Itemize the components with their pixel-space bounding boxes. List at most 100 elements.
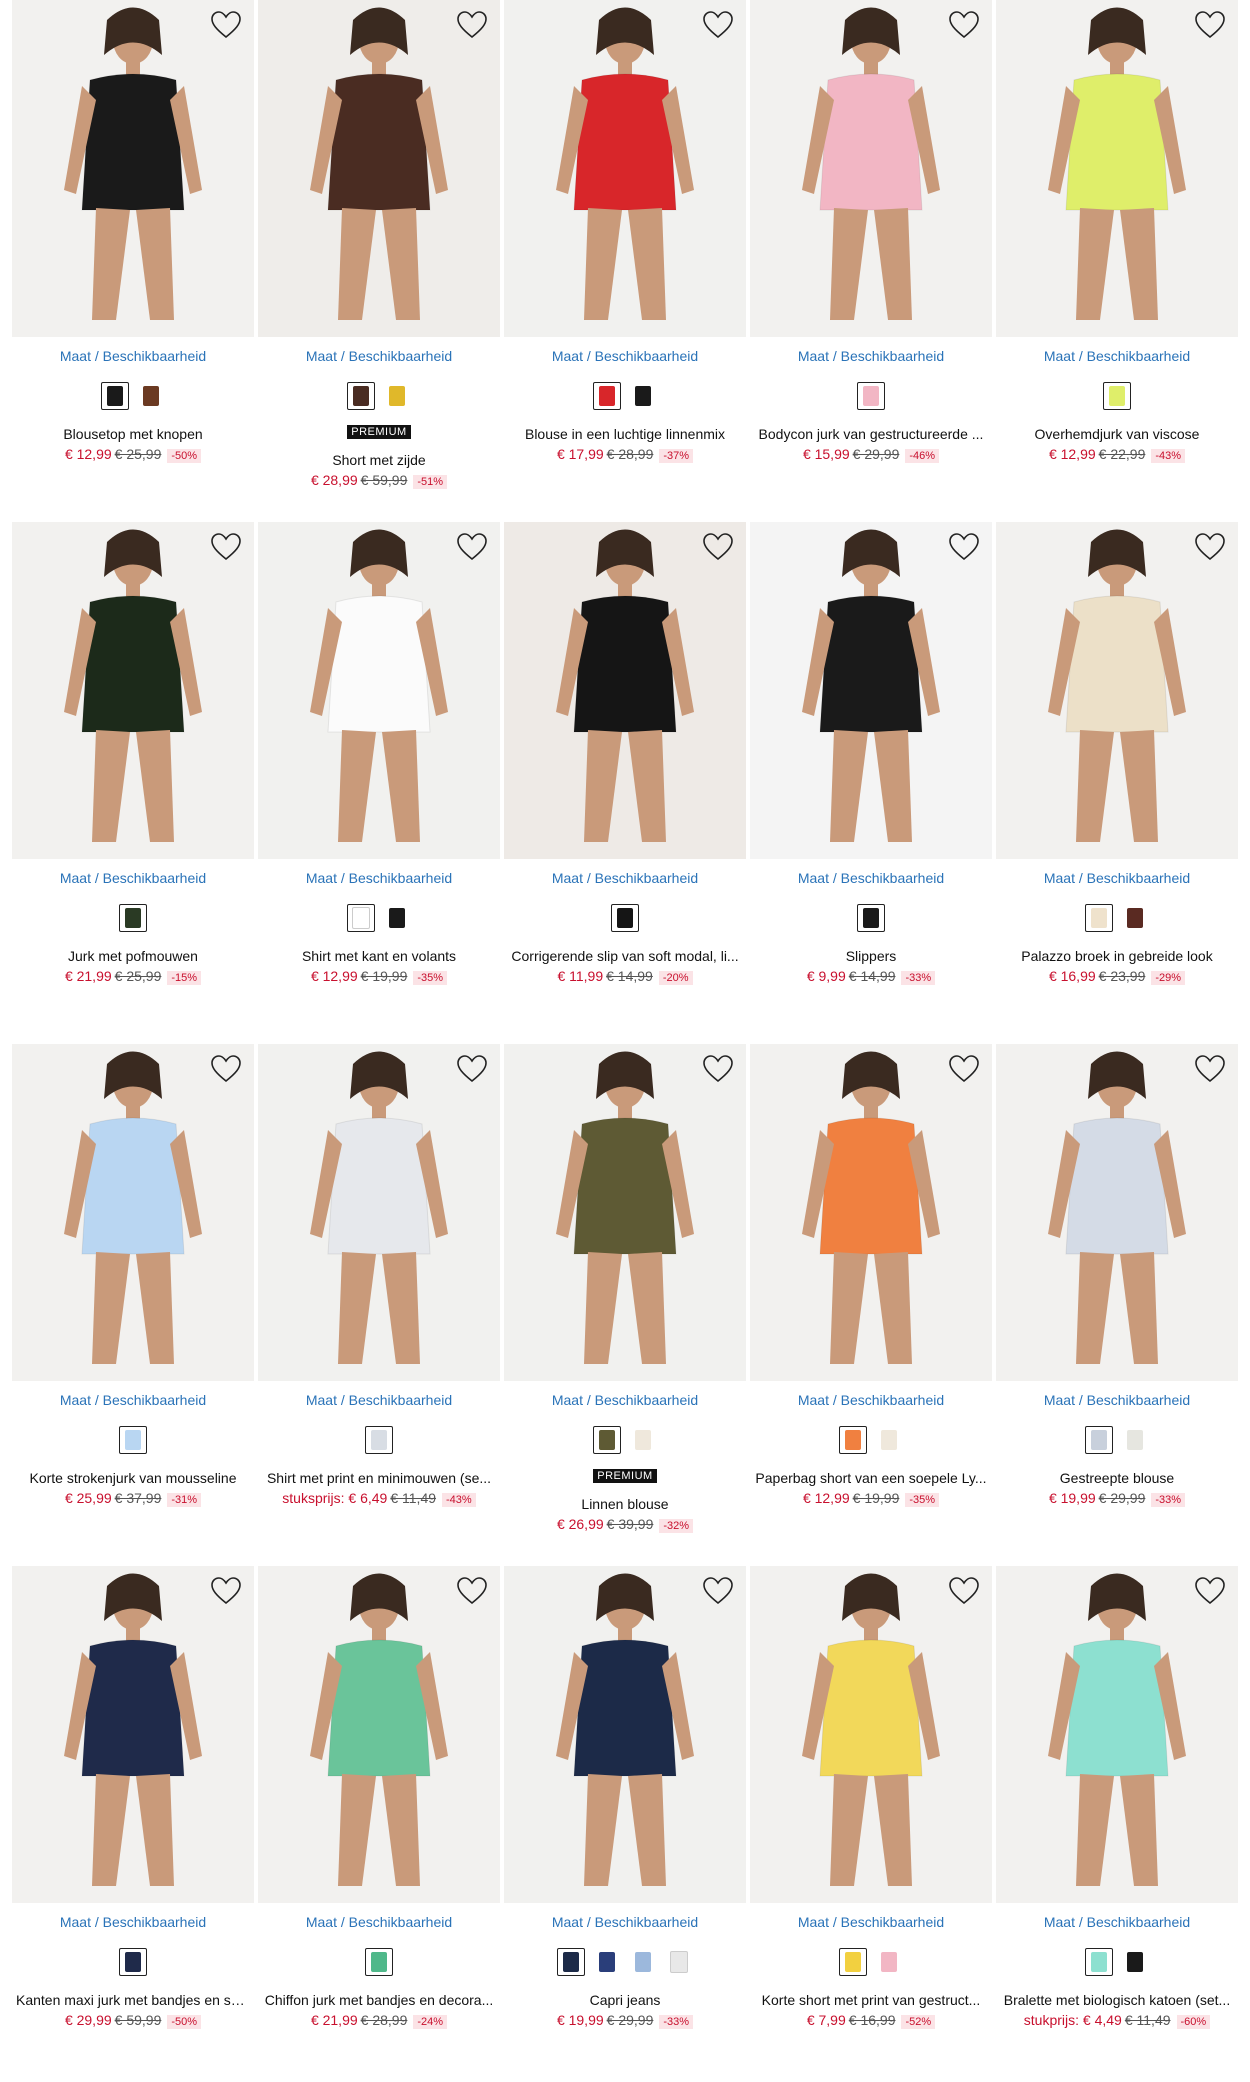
size-availability-link[interactable]: Maat / Beschikbaarheid bbox=[750, 1392, 992, 1408]
product-image[interactable] bbox=[996, 522, 1238, 859]
heart-icon[interactable] bbox=[948, 532, 980, 562]
product-card[interactable]: Maat / Beschikbaarheid PREMIUM Short met z… bbox=[258, 0, 500, 500]
color-swatch[interactable] bbox=[365, 1426, 393, 1454]
color-swatch[interactable] bbox=[347, 904, 375, 932]
size-availability-link[interactable]: Maat / Beschikbaarheid bbox=[258, 1914, 500, 1930]
color-swatch[interactable] bbox=[365, 1948, 393, 1976]
product-title[interactable]: Chiffon jurk met bandjes en decora... bbox=[262, 1992, 496, 2008]
heart-icon[interactable] bbox=[1194, 1576, 1226, 1606]
product-image[interactable] bbox=[504, 0, 746, 337]
product-image[interactable] bbox=[12, 522, 254, 859]
color-swatch[interactable] bbox=[593, 1426, 621, 1454]
product-card[interactable]: Maat / Beschikbaarheid Paperbag short van… bbox=[750, 1044, 992, 1544]
size-availability-link[interactable]: Maat / Beschikbaarheid bbox=[504, 348, 746, 364]
size-availability-link[interactable]: Maat / Beschikbaarheid bbox=[258, 870, 500, 886]
product-image[interactable] bbox=[258, 1044, 500, 1381]
product-image[interactable] bbox=[258, 0, 500, 337]
heart-icon[interactable] bbox=[210, 1054, 242, 1084]
product-title[interactable]: Kanten maxi jurk met bandjes en sa... bbox=[16, 1992, 250, 2008]
size-availability-link[interactable]: Maat / Beschikbaarheid bbox=[504, 1392, 746, 1408]
product-title[interactable]: Shirt met kant en volants bbox=[262, 948, 496, 964]
color-swatch[interactable] bbox=[383, 382, 411, 410]
color-swatch[interactable] bbox=[1085, 1426, 1113, 1454]
product-card[interactable]: Maat / Beschikbaarheid Korte short met pr… bbox=[750, 1566, 992, 2066]
product-image[interactable] bbox=[750, 1044, 992, 1381]
color-swatch[interactable] bbox=[557, 1948, 585, 1976]
product-card[interactable]: Maat / Beschikbaarheid Korte strokenjurk … bbox=[12, 1044, 254, 1544]
product-title[interactable]: Slippers bbox=[754, 948, 988, 964]
heart-icon[interactable] bbox=[702, 1576, 734, 1606]
product-card[interactable]: Maat / Beschikbaarheid Shirt met print en… bbox=[258, 1044, 500, 1544]
size-availability-link[interactable]: Maat / Beschikbaarheid bbox=[504, 870, 746, 886]
heart-icon[interactable] bbox=[948, 1054, 980, 1084]
heart-icon[interactable] bbox=[702, 1054, 734, 1084]
product-card[interactable]: Maat / Beschikbaarheid Corrigerende slip … bbox=[504, 522, 746, 1022]
heart-icon[interactable] bbox=[456, 10, 488, 40]
product-image[interactable] bbox=[258, 522, 500, 859]
size-availability-link[interactable]: Maat / Beschikbaarheid bbox=[258, 1392, 500, 1408]
color-swatch[interactable] bbox=[1121, 904, 1149, 932]
size-availability-link[interactable]: Maat / Beschikbaarheid bbox=[750, 870, 992, 886]
color-swatch[interactable] bbox=[857, 382, 885, 410]
product-image[interactable] bbox=[504, 1044, 746, 1381]
heart-icon[interactable] bbox=[702, 10, 734, 40]
color-swatch[interactable] bbox=[875, 1426, 903, 1454]
color-swatch[interactable] bbox=[383, 904, 411, 932]
size-availability-link[interactable]: Maat / Beschikbaarheid bbox=[12, 348, 254, 364]
color-swatch[interactable] bbox=[119, 1426, 147, 1454]
product-card[interactable]: Maat / Beschikbaarheid Gestreepte blouse €… bbox=[996, 1044, 1238, 1544]
product-title[interactable]: Jurk met pofmouwen bbox=[16, 948, 250, 964]
product-card[interactable]: Maat / Beschikbaarheid Slippers € 9,99 € 14… bbox=[750, 522, 992, 1022]
color-swatch[interactable] bbox=[119, 904, 147, 932]
color-swatch[interactable] bbox=[137, 382, 165, 410]
product-image[interactable] bbox=[12, 1566, 254, 1903]
product-title[interactable]: Palazzo broek in gebreide look bbox=[1000, 948, 1234, 964]
size-availability-link[interactable]: Maat / Beschikbaarheid bbox=[996, 870, 1238, 886]
product-card[interactable]: Maat / Beschikbaarheid Blousetop met knop… bbox=[12, 0, 254, 500]
product-card[interactable]: Maat / Beschikbaarheid Palazzo broek in g… bbox=[996, 522, 1238, 1022]
product-card[interactable]: Maat / Beschikbaarheid Shirt met kant en … bbox=[258, 522, 500, 1022]
color-swatch[interactable] bbox=[629, 382, 657, 410]
heart-icon[interactable] bbox=[948, 1576, 980, 1606]
product-card[interactable]: Maat / Beschikbaarheid Bralette met biolo… bbox=[996, 1566, 1238, 2066]
product-card[interactable]: Maat / Beschikbaarheid Overhemdjurk van v… bbox=[996, 0, 1238, 500]
heart-icon[interactable] bbox=[1194, 1054, 1226, 1084]
product-title[interactable]: Blouse in een luchtige linnenmix bbox=[508, 426, 742, 442]
color-swatch[interactable] bbox=[101, 382, 129, 410]
size-availability-link[interactable]: Maat / Beschikbaarheid bbox=[750, 1914, 992, 1930]
product-image[interactable] bbox=[12, 1044, 254, 1381]
heart-icon[interactable] bbox=[210, 532, 242, 562]
color-swatch[interactable] bbox=[629, 1426, 657, 1454]
product-image[interactable] bbox=[258, 1566, 500, 1903]
product-title[interactable]: Shirt met print en minimouwen (se... bbox=[262, 1470, 496, 1486]
product-title[interactable]: Bralette met biologisch katoen (set... bbox=[1000, 1992, 1234, 2008]
color-swatch[interactable] bbox=[839, 1426, 867, 1454]
color-swatch[interactable] bbox=[1121, 1426, 1149, 1454]
product-card[interactable]: Maat / Beschikbaarheid Blouse in een luch… bbox=[504, 0, 746, 500]
product-title[interactable]: Gestreepte blouse bbox=[1000, 1470, 1234, 1486]
product-image[interactable] bbox=[12, 0, 254, 337]
color-swatch[interactable] bbox=[119, 1948, 147, 1976]
heart-icon[interactable] bbox=[456, 1576, 488, 1606]
size-availability-link[interactable]: Maat / Beschikbaarheid bbox=[996, 348, 1238, 364]
size-availability-link[interactable]: Maat / Beschikbaarheid bbox=[996, 1914, 1238, 1930]
color-swatch[interactable] bbox=[347, 382, 375, 410]
product-image[interactable] bbox=[504, 522, 746, 859]
size-availability-link[interactable]: Maat / Beschikbaarheid bbox=[996, 1392, 1238, 1408]
color-swatch[interactable] bbox=[839, 1948, 867, 1976]
product-image[interactable] bbox=[504, 1566, 746, 1903]
heart-icon[interactable] bbox=[456, 1054, 488, 1084]
color-swatch[interactable] bbox=[1121, 1948, 1149, 1976]
size-availability-link[interactable]: Maat / Beschikbaarheid bbox=[750, 348, 992, 364]
product-image[interactable] bbox=[996, 1044, 1238, 1381]
product-image[interactable] bbox=[996, 0, 1238, 337]
product-title[interactable]: Korte strokenjurk van mousseline bbox=[16, 1470, 250, 1486]
color-swatch[interactable] bbox=[593, 1948, 621, 1976]
product-title[interactable]: Corrigerende slip van soft modal, li... bbox=[508, 948, 742, 964]
size-availability-link[interactable]: Maat / Beschikbaarheid bbox=[12, 870, 254, 886]
heart-icon[interactable] bbox=[702, 532, 734, 562]
size-availability-link[interactable]: Maat / Beschikbaarheid bbox=[12, 1914, 254, 1930]
color-swatch[interactable] bbox=[1085, 904, 1113, 932]
product-image[interactable] bbox=[750, 0, 992, 337]
product-image[interactable] bbox=[750, 522, 992, 859]
